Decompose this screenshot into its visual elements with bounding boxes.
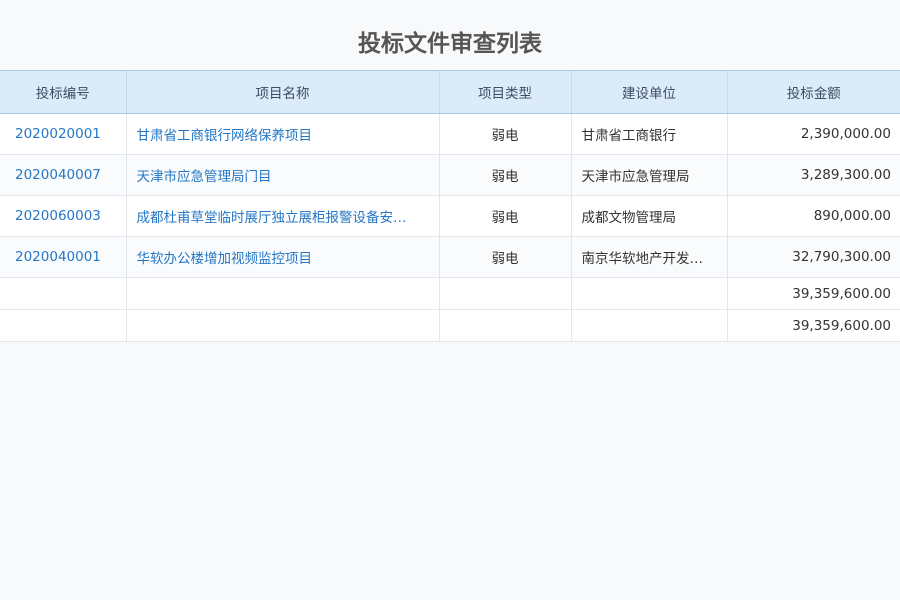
bid-amount-cell: 890,000.00 [726,195,900,237]
header-project-type[interactable]: 项目类型 [438,70,571,114]
bid-amount-cell: 2,390,000.00 [726,113,900,155]
page-title: 投标文件审查列表 [358,31,542,57]
empty-cell [125,309,439,342]
table-row[interactable]: 2020040007 天津市应急管理局门目 弱电 天津市应急管理局 3,289,… [0,154,900,196]
project-type-cell: 弱电 [438,113,571,155]
project-type-cell: 弱电 [438,195,571,237]
project-name-link[interactable]: 华软办公楼增加视频监控项目 [125,236,439,278]
header-construction-unit[interactable]: 建设单位 [570,70,727,114]
bid-code-link[interactable]: 2020020001 [0,113,126,155]
table-row[interactable]: 2020040001 华软办公楼增加视频监控项目 弱电 南京华软地产开发… 32… [0,236,900,278]
construction-unit-cell: 天津市应急管理局 [570,154,727,196]
header-project-name[interactable]: 项目名称 [125,70,439,114]
construction-unit-cell: 甘肃省工商银行 [570,113,727,155]
header-bid-code[interactable]: 投标编号 [0,70,126,114]
table-row[interactable]: 2020020001 甘肃省工商银行网络保养项目 弱电 甘肃省工商银行 2,39… [0,113,900,155]
empty-cell [0,277,126,310]
header-bid-amount[interactable]: 投标金额 [726,70,900,114]
project-name-link[interactable]: 甘肃省工商银行网络保养项目 [125,113,439,155]
summary-row: 39,359,600.00 [0,309,900,342]
bid-code-link[interactable]: 2020040007 [0,154,126,196]
empty-cell [0,309,126,342]
bid-code-link[interactable]: 2020040001 [0,236,126,278]
project-name-link[interactable]: 天津市应急管理局门目 [125,154,439,196]
project-type-cell: 弱电 [438,154,571,196]
table-row[interactable]: 2020060003 成都杜甫草堂临时展厅独立展柜报警设备安… 弱电 成都文物管… [0,195,900,237]
project-name-link[interactable]: 成都杜甫草堂临时展厅独立展柜报警设备安… [125,195,439,237]
empty-cell [570,309,727,342]
bid-review-table: 投标编号 项目名称 项目类型 建设单位 投标金额 2020020001 甘肃省工… [0,70,900,342]
construction-unit-cell: 成都文物管理局 [570,195,727,237]
empty-cell [438,277,571,310]
empty-cell [125,277,439,310]
bid-amount-cell: 32,790,300.00 [726,236,900,278]
project-type-cell: 弱电 [438,236,571,278]
empty-cell [438,309,571,342]
construction-unit-cell: 南京华软地产开发… [570,236,727,278]
grand-total-amount: 39,359,600.00 [726,309,900,342]
empty-cell [570,277,727,310]
bid-amount-cell: 3,289,300.00 [726,154,900,196]
page-total-amount: 39,359,600.00 [726,277,900,310]
bid-code-link[interactable]: 2020060003 [0,195,126,237]
table-header-row: 投标编号 项目名称 项目类型 建设单位 投标金额 [0,70,900,114]
summary-row: 39,359,600.00 [0,277,900,310]
